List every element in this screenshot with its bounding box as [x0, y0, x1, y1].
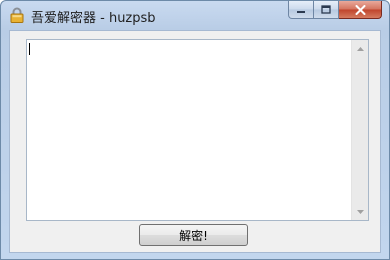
app-window: 吾爱解密器 - huzpsb 解密!: [0, 0, 390, 260]
scroll-down-arrow-icon[interactable]: [352, 203, 368, 220]
maximize-icon: [321, 0, 331, 19]
input-text-area[interactable]: [27, 40, 351, 220]
text-area-frame: [26, 39, 369, 221]
lock-icon: [10, 7, 24, 23]
scroll-up-arrow-icon[interactable]: [352, 40, 368, 57]
client-area: 解密!: [9, 30, 381, 253]
minimize-icon: [296, 0, 306, 19]
close-button[interactable]: [339, 1, 382, 19]
title-bar[interactable]: 吾爱解密器 - huzpsb: [1, 1, 389, 29]
close-icon: [355, 0, 366, 19]
vertical-scrollbar[interactable]: [351, 40, 368, 220]
maximize-button[interactable]: [314, 1, 339, 19]
decrypt-button[interactable]: 解密!: [139, 224, 248, 246]
window-controls: [288, 1, 382, 20]
window-title: 吾爱解密器 - huzpsb: [31, 11, 156, 26]
text-caret: [29, 43, 30, 55]
minimize-button[interactable]: [288, 1, 314, 19]
